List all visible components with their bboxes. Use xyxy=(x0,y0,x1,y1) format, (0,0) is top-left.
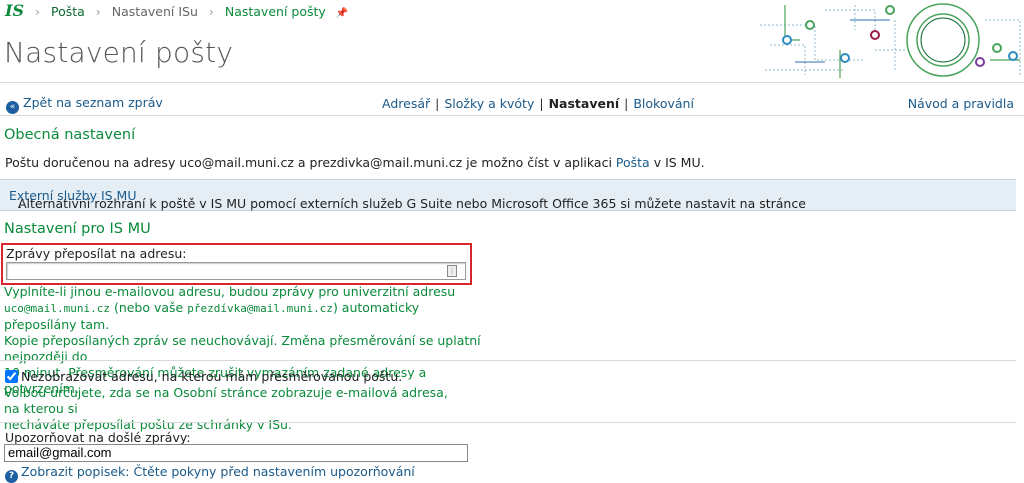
notify-email-input[interactable] xyxy=(4,444,468,462)
show-hint-link[interactable]: Zobrazit popisek: Čtěte pokyny před nast… xyxy=(21,464,415,479)
hide-address-label: Nezobrazovat adresu, na kterou mám přesm… xyxy=(21,369,403,384)
breadcrumb-current: Nastavení pošty xyxy=(224,4,326,19)
back-link[interactable]: Zpět na seznam zpráv xyxy=(23,95,163,110)
divider xyxy=(0,360,1016,361)
chevron-right-icon: › xyxy=(35,4,40,19)
nav-slozky-kvoty[interactable]: Složky a kvóty xyxy=(444,96,534,111)
breadcrumb: › Pošta › Nastavení ISu › Nastavení pošt… xyxy=(28,4,348,19)
chevron-right-icon: › xyxy=(95,4,101,19)
nav-blokovani[interactable]: Blokování xyxy=(633,96,694,111)
breadcrumb-posta[interactable]: Pošta xyxy=(51,4,85,19)
general-paragraph: Poštu doručenou na adresy uco@mail.muni.… xyxy=(5,155,705,170)
ismu-heading: Nastavení pro IS MU xyxy=(4,221,151,237)
is-logo[interactable]: IS xyxy=(5,1,24,20)
info-box: Alternativní rozhraní k poště v IS MU po… xyxy=(0,179,1016,211)
circuit-decoration xyxy=(760,3,1021,78)
nav-nastaveni: Nastavení xyxy=(548,96,620,111)
posta-link[interactable]: Pošta xyxy=(616,155,650,170)
breadcrumb-nastaveni-isu[interactable]: Nastavení ISu xyxy=(112,4,198,19)
hide-address-row[interactable]: Nezobrazovat adresu, na kterou mám přesm… xyxy=(5,369,402,384)
back-to-messages[interactable]: « Zpět na seznam zpráv xyxy=(6,95,163,114)
general-heading: Obecná nastavení xyxy=(4,127,136,143)
back-arrow-icon: « xyxy=(6,101,19,114)
hide-address-checkbox[interactable] xyxy=(5,370,18,383)
settings-nav: Adresář | Složky a kvóty | Nastavení | Bloková… xyxy=(382,96,694,111)
show-hint-row[interactable]: ? Zobrazit popisek: Čtěte pokyny před nas… xyxy=(5,464,415,483)
divider xyxy=(0,82,1024,83)
divider xyxy=(0,115,1024,116)
password-manager-icon[interactable]: ⋮ xyxy=(447,265,457,277)
nav-adresar[interactable]: Adresář xyxy=(382,96,430,111)
divider xyxy=(0,422,1016,423)
forward-address-input[interactable]: ⋮ xyxy=(6,262,466,280)
hide-hint: Volbou určujete, zda se na Osobní stránc… xyxy=(4,385,448,432)
forward-field-highlight: Zprávy přeposílat na adresu: ⋮ xyxy=(1,243,472,285)
page-title: Nastavení pošty xyxy=(4,36,234,69)
pin-icon[interactable]: 📌 xyxy=(336,8,348,19)
help-link[interactable]: Návod a pravidla xyxy=(908,96,1014,111)
forward-label: Zprávy přeposílat na adresu: xyxy=(6,246,187,261)
notify-label: Upozorňovat na došlé zprávy: xyxy=(5,430,191,445)
help-icon[interactable]: ? xyxy=(5,470,18,483)
chevron-right-icon: › xyxy=(208,4,214,19)
